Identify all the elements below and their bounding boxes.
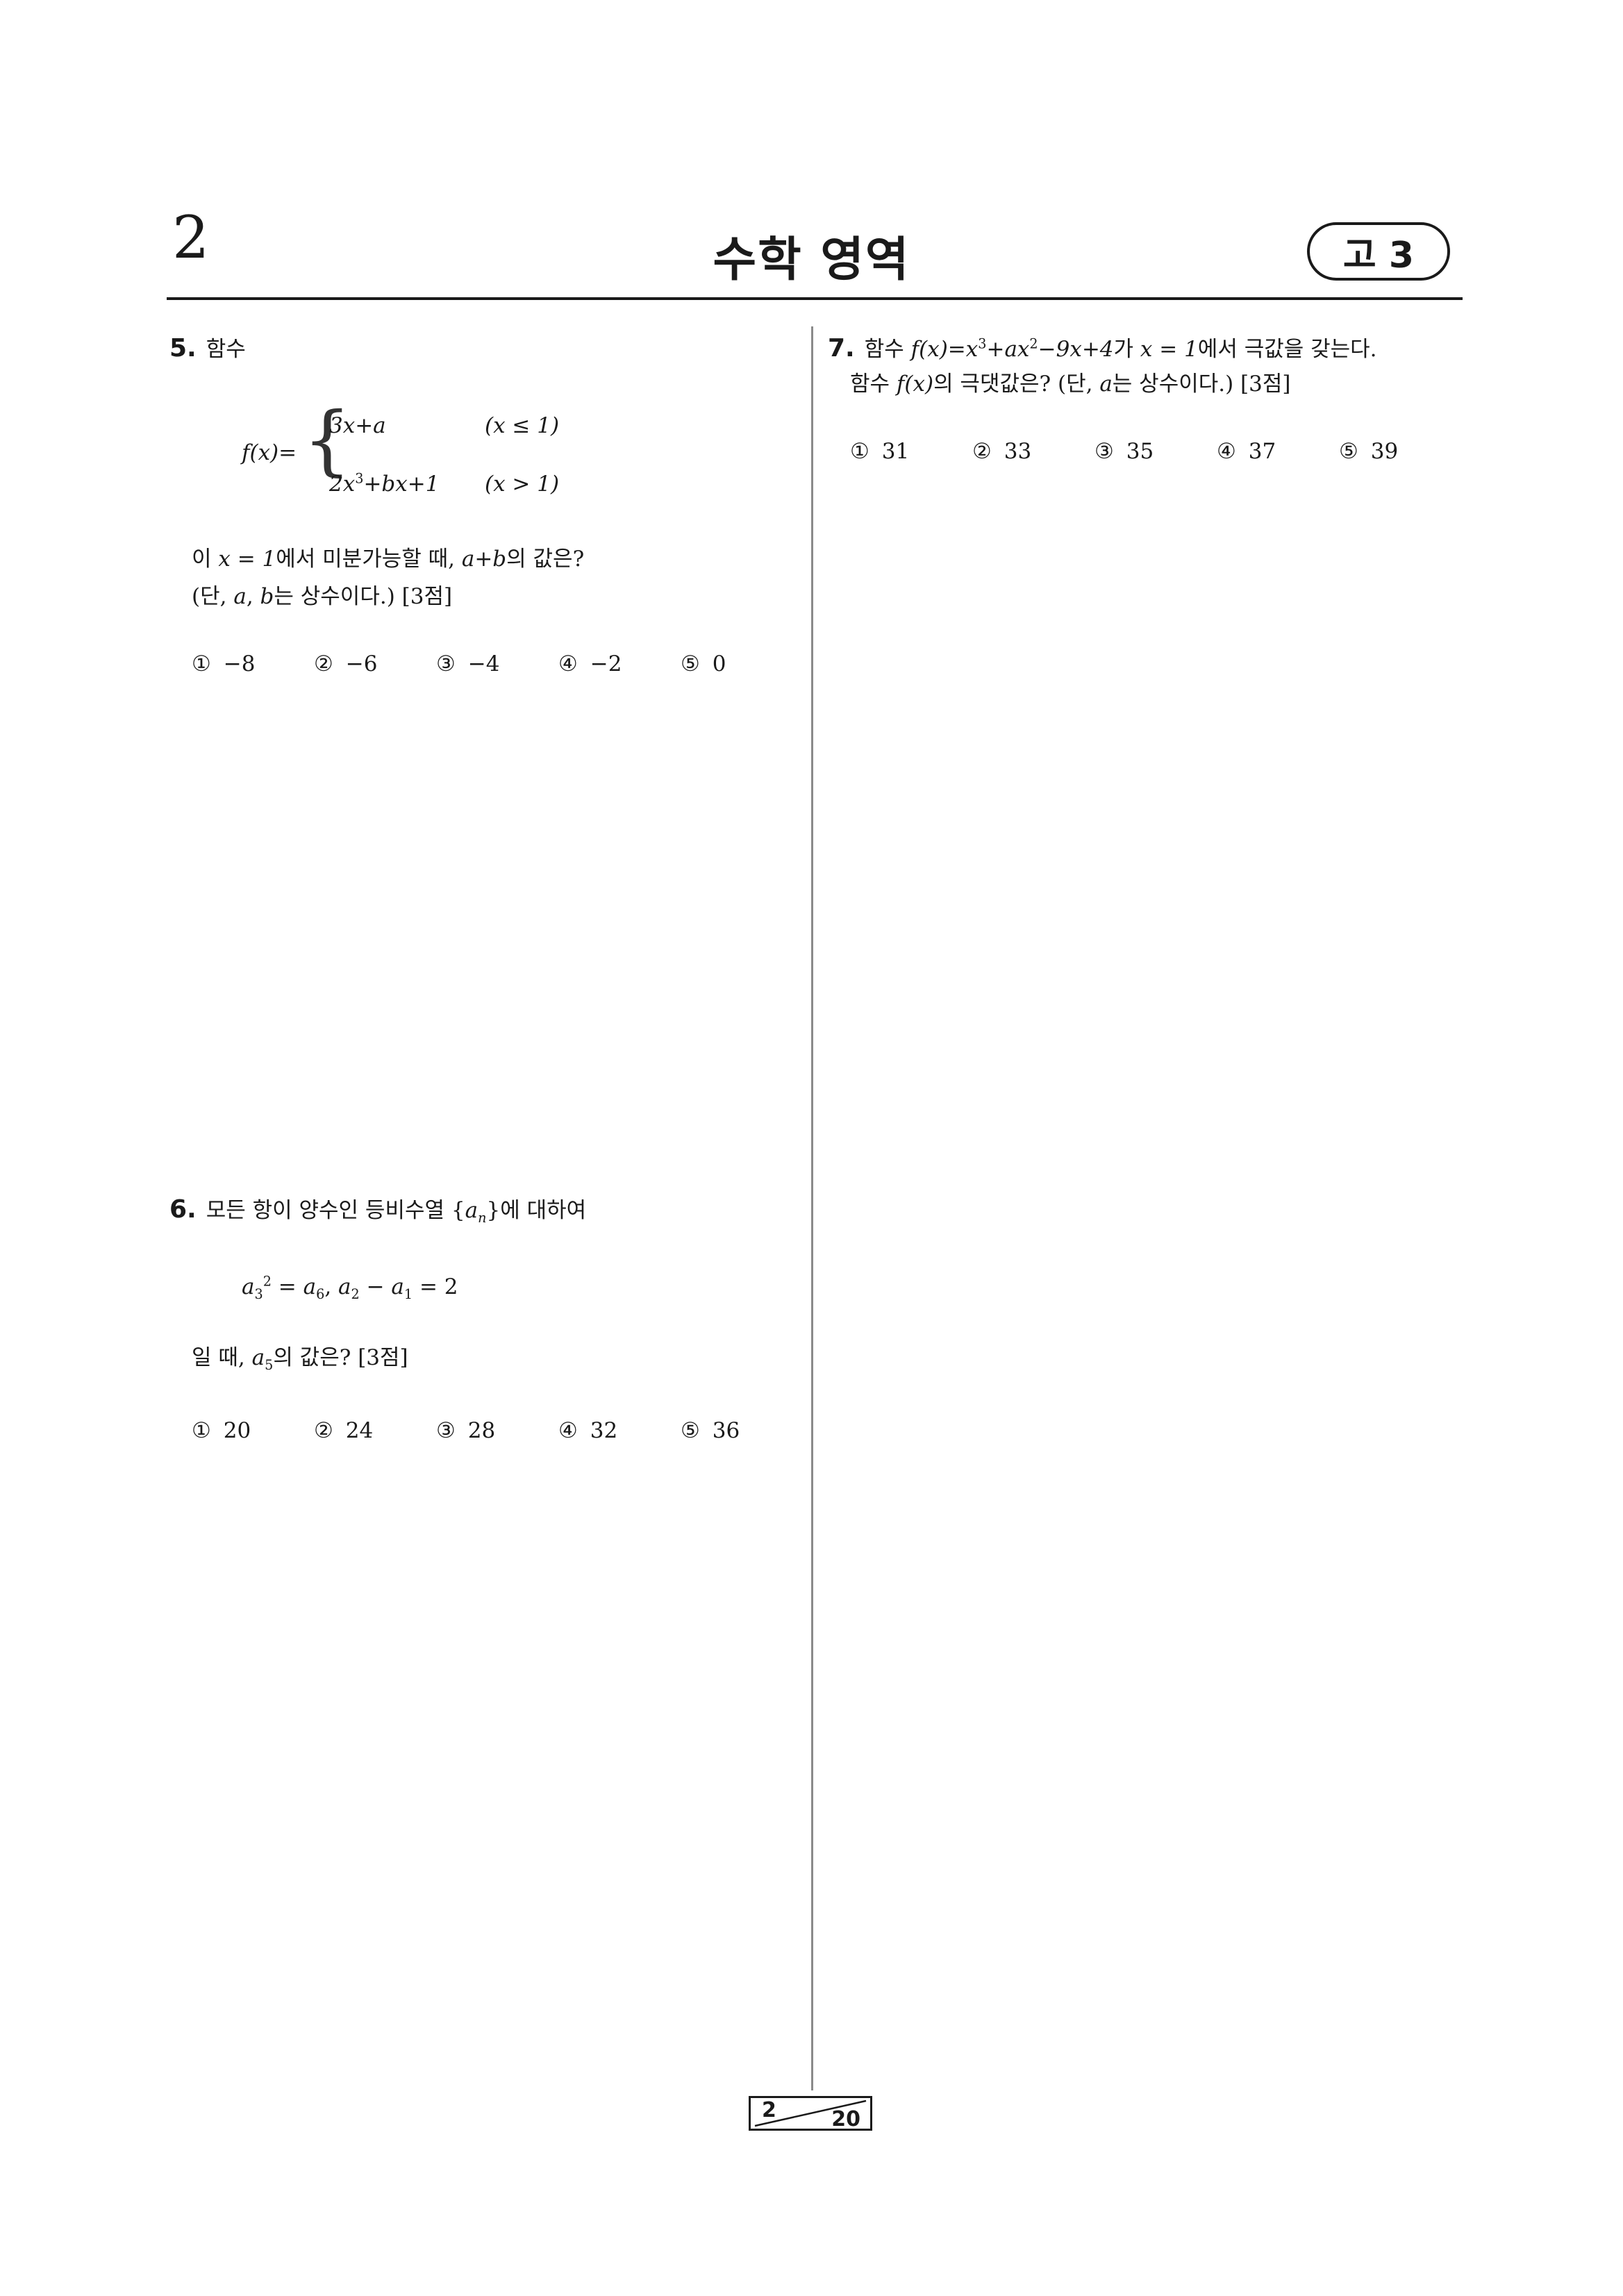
- question-5-number: 5.: [169, 334, 197, 363]
- choice-1[interactable]: ① −8: [192, 651, 314, 676]
- choice-5[interactable]: ⑤ 39: [1339, 439, 1461, 464]
- choice-3[interactable]: ③ 35: [1095, 439, 1217, 464]
- question-7-prompt-line-1: 7. 함수 f(x)=x3+ax2−9x+4가 x = 1에서 극값을 갖는다.: [828, 334, 1377, 363]
- choice-4[interactable]: ④ −2: [558, 651, 681, 676]
- choice-3[interactable]: ③ 28: [436, 1418, 558, 1443]
- choice-4[interactable]: ④ 32: [558, 1418, 681, 1443]
- grade-badge: 고 3: [1307, 222, 1450, 281]
- choice-2[interactable]: ② 33: [972, 439, 1095, 464]
- choice-2[interactable]: ② −6: [314, 651, 436, 676]
- choice-1[interactable]: ① 31: [850, 439, 972, 464]
- choice-4[interactable]: ④ 37: [1217, 439, 1339, 464]
- question-7-prompt-line-2: 함수 f(x)의 극댓값은? (단, a는 상수이다.) [3점]: [850, 372, 1291, 397]
- choice-5[interactable]: ⑤0: [681, 651, 803, 676]
- choice-2[interactable]: ② 24: [314, 1418, 436, 1443]
- choice-1[interactable]: ① 20: [192, 1418, 314, 1443]
- question-6-number: 6.: [169, 1195, 197, 1224]
- question-5-piece-1-expr: 3x+a: [329, 413, 386, 438]
- question-6-intro: 6. 모든 항이 양수인 등비수열 {an}에 대하여: [169, 1195, 587, 1226]
- question-5-choices: ① −8 ② −6 ③ −4 ④ −2 ⑤0: [192, 651, 803, 676]
- question-5-piece-2-expr: 2x3+bx+1: [329, 470, 440, 497]
- question-5-function-lhs: f(x)=: [242, 440, 297, 465]
- choice-5[interactable]: ⑤ 36: [681, 1418, 803, 1443]
- question-7-choices: ① 31 ② 33 ③ 35 ④ 37 ⑤ 39: [850, 439, 1461, 464]
- question-5-piece-1-cond: (x ≤ 1): [485, 413, 560, 438]
- question-6-choices: ① 20 ② 24 ③ 28 ④ 32 ⑤ 36: [192, 1418, 803, 1443]
- question-5-intro: 5. 함수: [169, 334, 246, 363]
- question-7-number: 7.: [828, 334, 855, 363]
- column-divider: [811, 326, 813, 2090]
- question-6-condition: a32 = a6, a2 − a1 = 2: [242, 1273, 458, 1303]
- header-rule: [167, 297, 1463, 300]
- question-5-piece-2-cond: (x > 1): [485, 472, 560, 497]
- question-5-prompt-line-2: (단, a, b는 상수이다.) [3점]: [192, 584, 453, 609]
- total-pages: 20: [831, 2107, 860, 2131]
- current-page: 2: [762, 2098, 776, 2122]
- question-6-prompt: 일 때, a5의 값은? [3점]: [192, 1345, 408, 1374]
- question-5-prompt-line-1: 이 x = 1에서 미분가능할 때, a+b의 값은?: [192, 547, 585, 572]
- page-indicator: 2 20: [749, 2096, 872, 2131]
- choice-3[interactable]: ③ −4: [436, 651, 558, 676]
